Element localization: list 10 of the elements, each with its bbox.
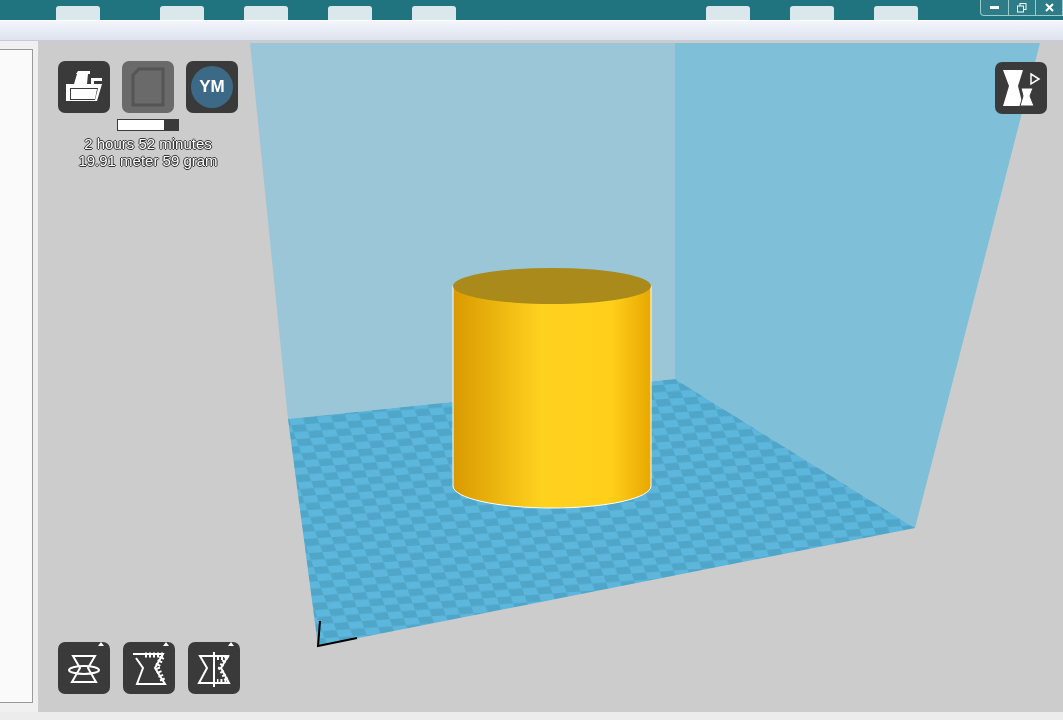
load-model-button[interactable] (58, 61, 110, 113)
mirror-tool-button[interactable] (188, 642, 240, 694)
close-icon (1044, 3, 1054, 12)
minimize-icon (990, 6, 999, 9)
print-time-text: 2 hours 52 minutes (84, 135, 212, 152)
material-usage-text: 19.91 meter 59 gram (78, 152, 218, 169)
rotate-tool-button[interactable] (58, 642, 110, 694)
view-mode-button[interactable] (995, 62, 1047, 114)
3d-viewport[interactable]: YM 2 hours 52 minutes 19.91 meter 59 gram (38, 41, 1063, 712)
scale-tool-button[interactable] (123, 642, 175, 694)
